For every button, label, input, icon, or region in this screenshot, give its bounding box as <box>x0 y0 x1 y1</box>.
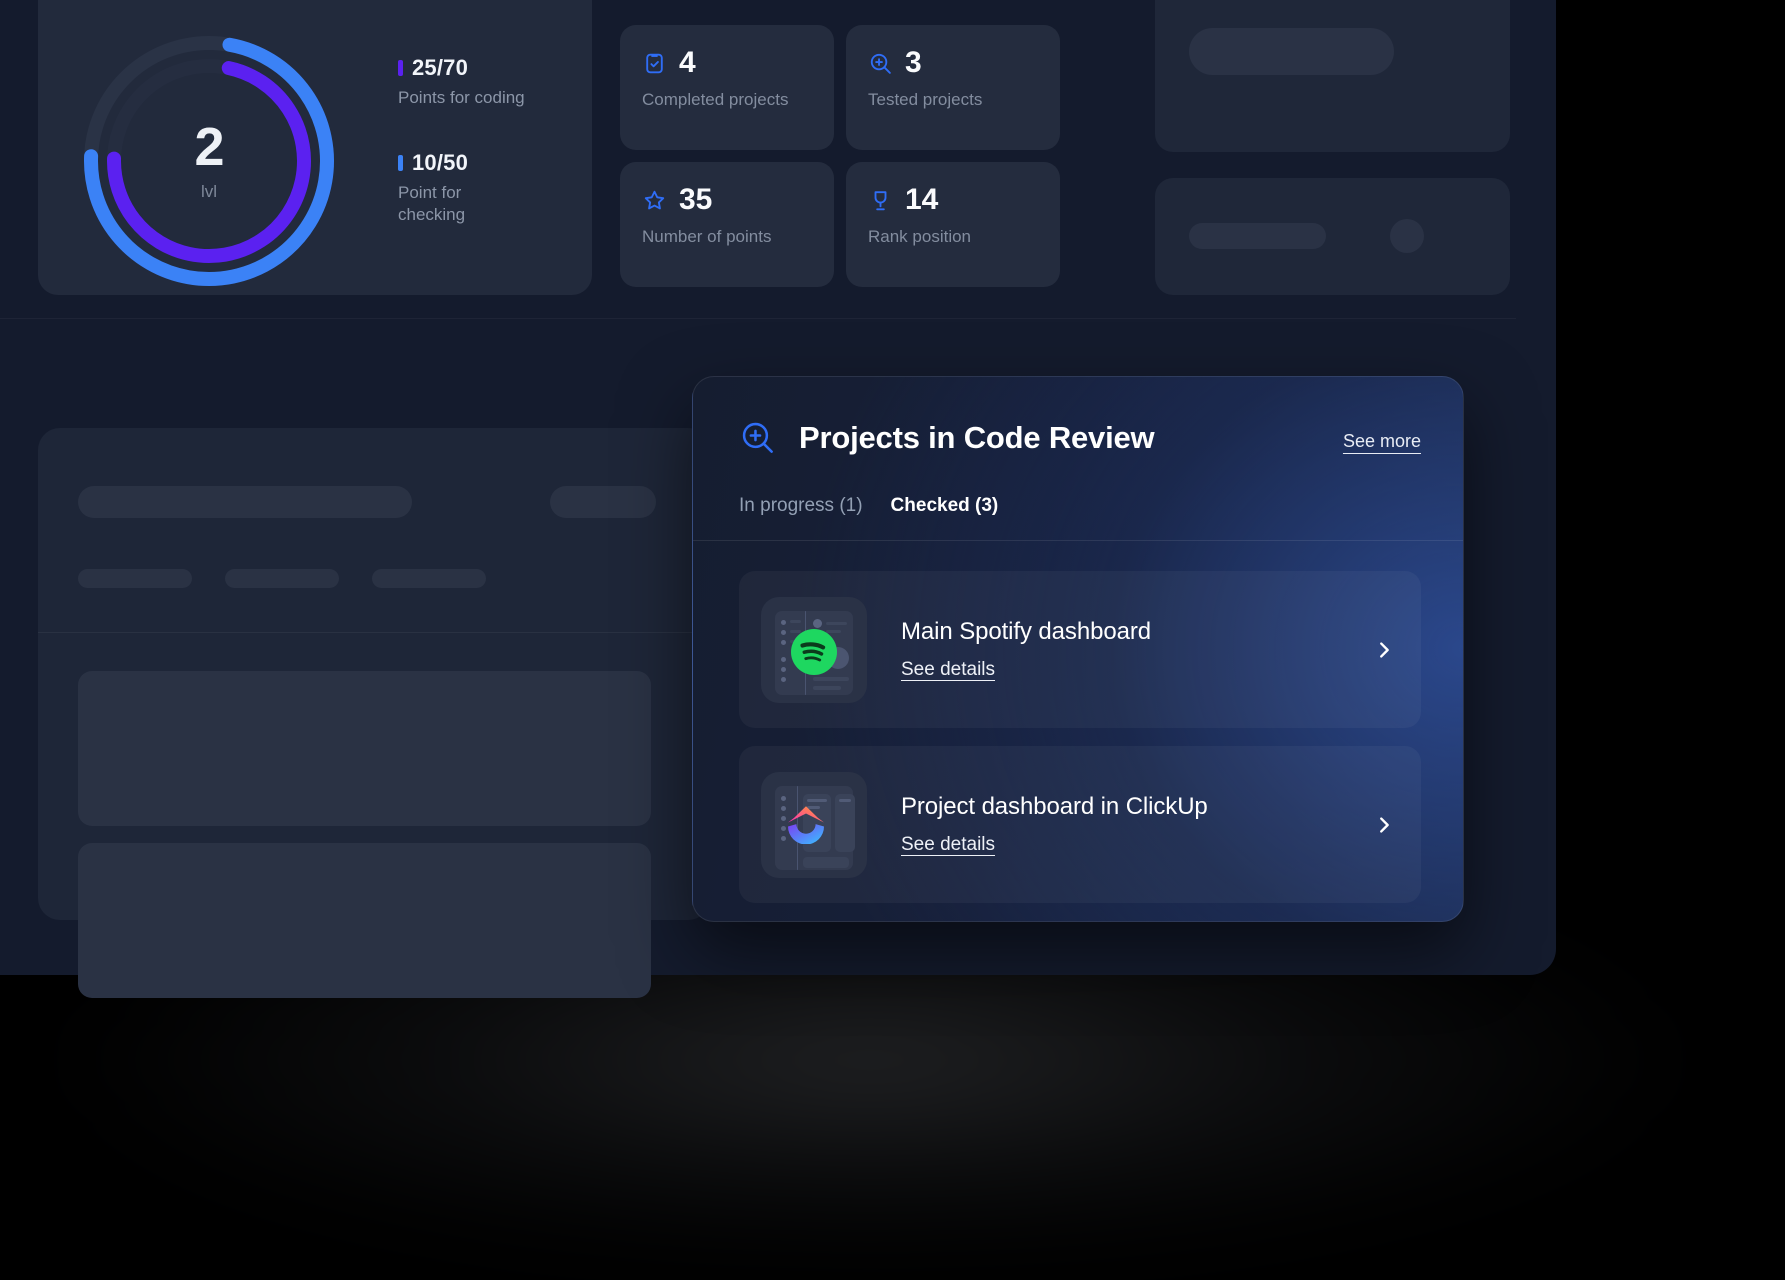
placeholder-card-top <box>1155 0 1510 152</box>
stat-label-tested-projects: Tested projects <box>868 90 983 109</box>
stat-tile-tested-projects[interactable]: 3 Tested projects <box>846 25 1060 150</box>
page-title: Projects in Code Review <box>799 420 1155 455</box>
level-center-label: 2 lvl <box>78 30 340 292</box>
stat-tile-rank-position[interactable]: 14 Rank position <box>846 162 1060 287</box>
stat-label-number-of-points: Number of points <box>642 227 772 246</box>
placeholder-bar <box>225 569 339 588</box>
stat-value-completed-projects: 4 <box>679 46 696 79</box>
review-card-tabs: In progress (1) Checked (3) <box>739 495 998 517</box>
project-row-spotify[interactable]: Main Spotify dashboard See details <box>739 571 1421 728</box>
project-row-text: Project dashboard in ClickUp See details <box>901 793 1373 856</box>
chevron-right-icon[interactable] <box>1373 814 1395 836</box>
legend-value-checking: 10/50 <box>412 150 469 176</box>
legend-label-checking: Point for checking <box>398 183 466 224</box>
trophy-icon <box>874 190 887 210</box>
stat-label-rank-position: Rank position <box>868 227 972 246</box>
stat-value-rank-position: 14 <box>905 183 939 216</box>
project-rows-list: Main Spotify dashboard See details Proje… <box>739 571 1421 921</box>
stat-label-completed-projects: Completed projects <box>642 90 789 109</box>
project-title: Main Spotify dashboard <box>901 618 1151 645</box>
clickup-logo-icon <box>785 802 827 844</box>
review-card-header: Projects in Code Review See more <box>739 419 1421 457</box>
stats-grid: 4 Completed projects 3 Tested projects 3… <box>620 25 1060 287</box>
project-thumbnail-spotify <box>761 596 867 703</box>
right-placeholder-panel <box>1155 0 1510 295</box>
level-progress-card: 2 lvl 25/70 Points for coding 10/50 Poin… <box>38 0 592 295</box>
stats-panel: 4 Completed projects 3 Tested projects 3… <box>620 0 1136 295</box>
legend-marker-blue <box>398 155 403 172</box>
search-plus-icon <box>870 53 891 74</box>
window-divider <box>0 318 1516 319</box>
placeholder-block <box>78 671 651 826</box>
placeholder-block <box>78 843 651 998</box>
placeholder-bar <box>1189 28 1394 75</box>
legend-label-coding: Points for coding <box>398 88 525 107</box>
stat-value-number-of-points: 35 <box>679 183 713 216</box>
project-thumbnail-clickup <box>761 771 867 878</box>
screenshot-stage: 2 lvl 25/70 Points for coding 10/50 Poin… <box>0 0 1785 1280</box>
placeholder-card-bottom <box>1155 178 1510 295</box>
search-plus-icon <box>742 422 773 453</box>
placeholder-bar <box>372 569 486 588</box>
stat-tile-number-of-points[interactable]: 35 Number of points <box>620 162 834 287</box>
spotify-logo-icon <box>791 628 837 675</box>
tabs-divider <box>693 540 1463 541</box>
see-more-link[interactable]: See more <box>1343 431 1421 452</box>
level-ring-chart: 2 lvl <box>78 30 340 292</box>
tab-checked[interactable]: Checked (3) <box>891 495 999 517</box>
stat-value-tested-projects: 3 <box>905 46 922 79</box>
project-row-clickup[interactable]: Project dashboard in ClickUp See details <box>739 746 1421 903</box>
legend-item-coding: 25/70 Points for coding <box>398 55 568 108</box>
legend-item-checking: 10/50 Point for checking <box>398 150 568 225</box>
placeholder-bar <box>78 569 192 588</box>
placeholder-divider <box>38 632 710 633</box>
level-unit: lvl <box>200 182 218 201</box>
placeholder-bar <box>78 486 412 518</box>
tab-in-progress[interactable]: In progress (1) <box>739 495 863 517</box>
project-row-text: Main Spotify dashboard See details <box>901 618 1373 681</box>
stat-tile-completed-projects[interactable]: 4 Completed projects <box>620 25 834 150</box>
chevron-right-icon[interactable] <box>1373 639 1395 661</box>
placeholder-dot <box>1390 219 1424 253</box>
see-details-link[interactable]: See details <box>901 834 995 856</box>
left-placeholder-card <box>38 428 710 998</box>
projects-in-code-review-card: Projects in Code Review See more In prog… <box>692 376 1464 922</box>
clipboard-check-icon <box>646 53 663 73</box>
legend-marker-purple <box>398 60 403 76</box>
legend-value-coding: 25/70 <box>412 55 469 80</box>
placeholder-bar <box>550 486 656 518</box>
placeholder-bar <box>1189 223 1326 249</box>
level-number: 2 <box>194 117 224 177</box>
star-icon <box>644 190 665 209</box>
see-details-link[interactable]: See details <box>901 659 995 681</box>
project-title: Project dashboard in ClickUp <box>901 793 1208 820</box>
level-legend: 25/70 Points for coding 10/50 Point for … <box>398 55 568 267</box>
